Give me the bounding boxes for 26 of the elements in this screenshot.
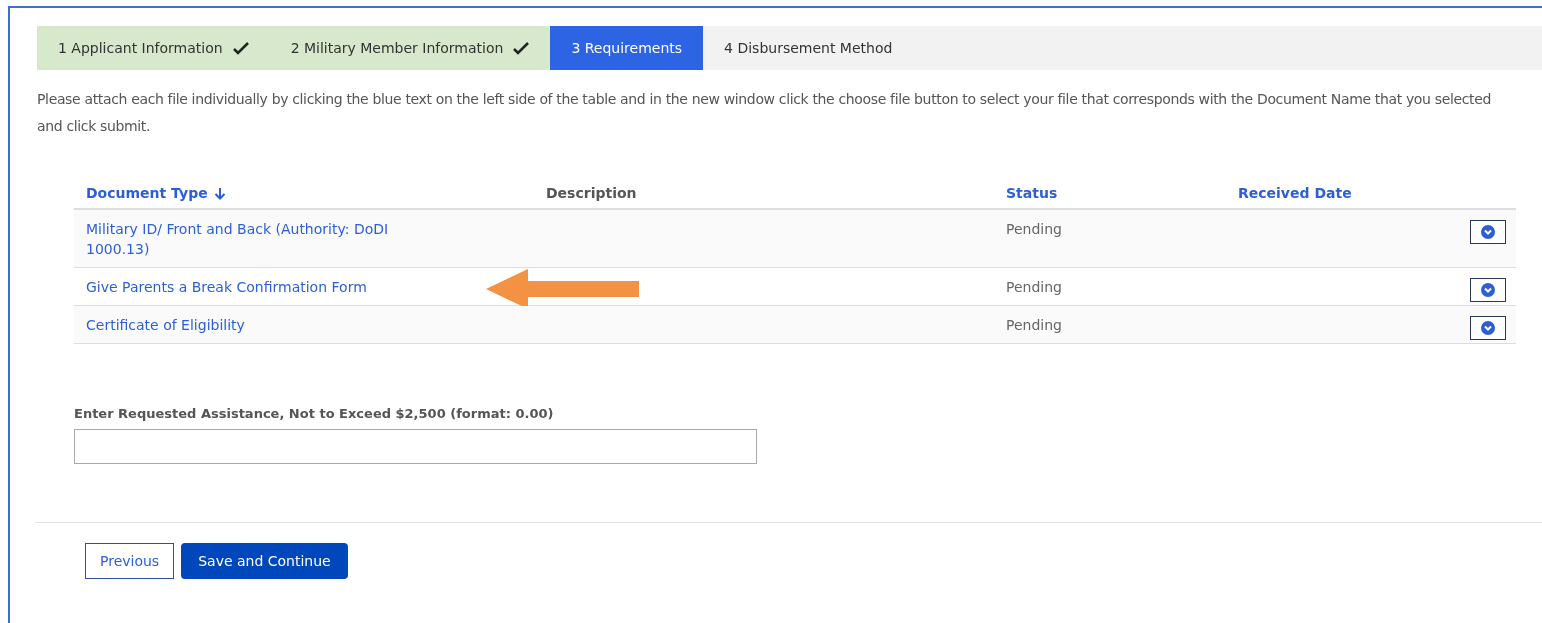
- save-button[interactable]: Save and Continue: [181, 543, 348, 579]
- column-header[interactable]: Received Date: [1238, 185, 1352, 201]
- column-header: Description: [546, 185, 637, 201]
- column-header[interactable]: Status: [1006, 185, 1058, 201]
- status-text: Pending: [1006, 221, 1062, 237]
- instructions-text: Please attach each file individually by clicking the blue text on the left side of the table and in the new window click the choose file button to select your file that corresponds with the Document Name that you selected and click submit.: [37, 90, 1492, 136]
- document-link[interactable]: Give Parents a Break Confirmation Form: [86, 277, 367, 297]
- chevron-down-icon: [1481, 321, 1495, 335]
- document-link[interactable]: Certificate of Eligibility: [86, 315, 245, 335]
- expand-button[interactable]: [1470, 278, 1506, 302]
- step-tab[interactable]: 1 Applicant Information: [37, 26, 270, 70]
- field-label: Enter Requested Assistance, Not to Exceed $2,500 (format: 0.00): [74, 406, 555, 421]
- chevron-down-icon: [1481, 225, 1495, 239]
- status-text: Pending: [1006, 317, 1062, 333]
- column-header[interactable]: Document Type: [86, 185, 208, 201]
- status-text: Pending: [1006, 279, 1062, 295]
- assistance-input-field[interactable]: [74, 429, 757, 464]
- chevron-down-icon: [1481, 283, 1495, 297]
- check-icon: [513, 41, 530, 55]
- expand-button[interactable]: [1470, 220, 1506, 244]
- check-icon: [232, 41, 249, 55]
- previous-button[interactable]: Previous: [85, 543, 175, 579]
- step-tab[interactable]: 3 Requirements: [550, 26, 704, 70]
- step-tab[interactable]: 2 Military Member Information: [269, 26, 551, 70]
- expand-button[interactable]: [1470, 316, 1506, 340]
- document-link[interactable]: Military ID/ Front and Back (Authority: DoDI 1000.13): [86, 219, 436, 259]
